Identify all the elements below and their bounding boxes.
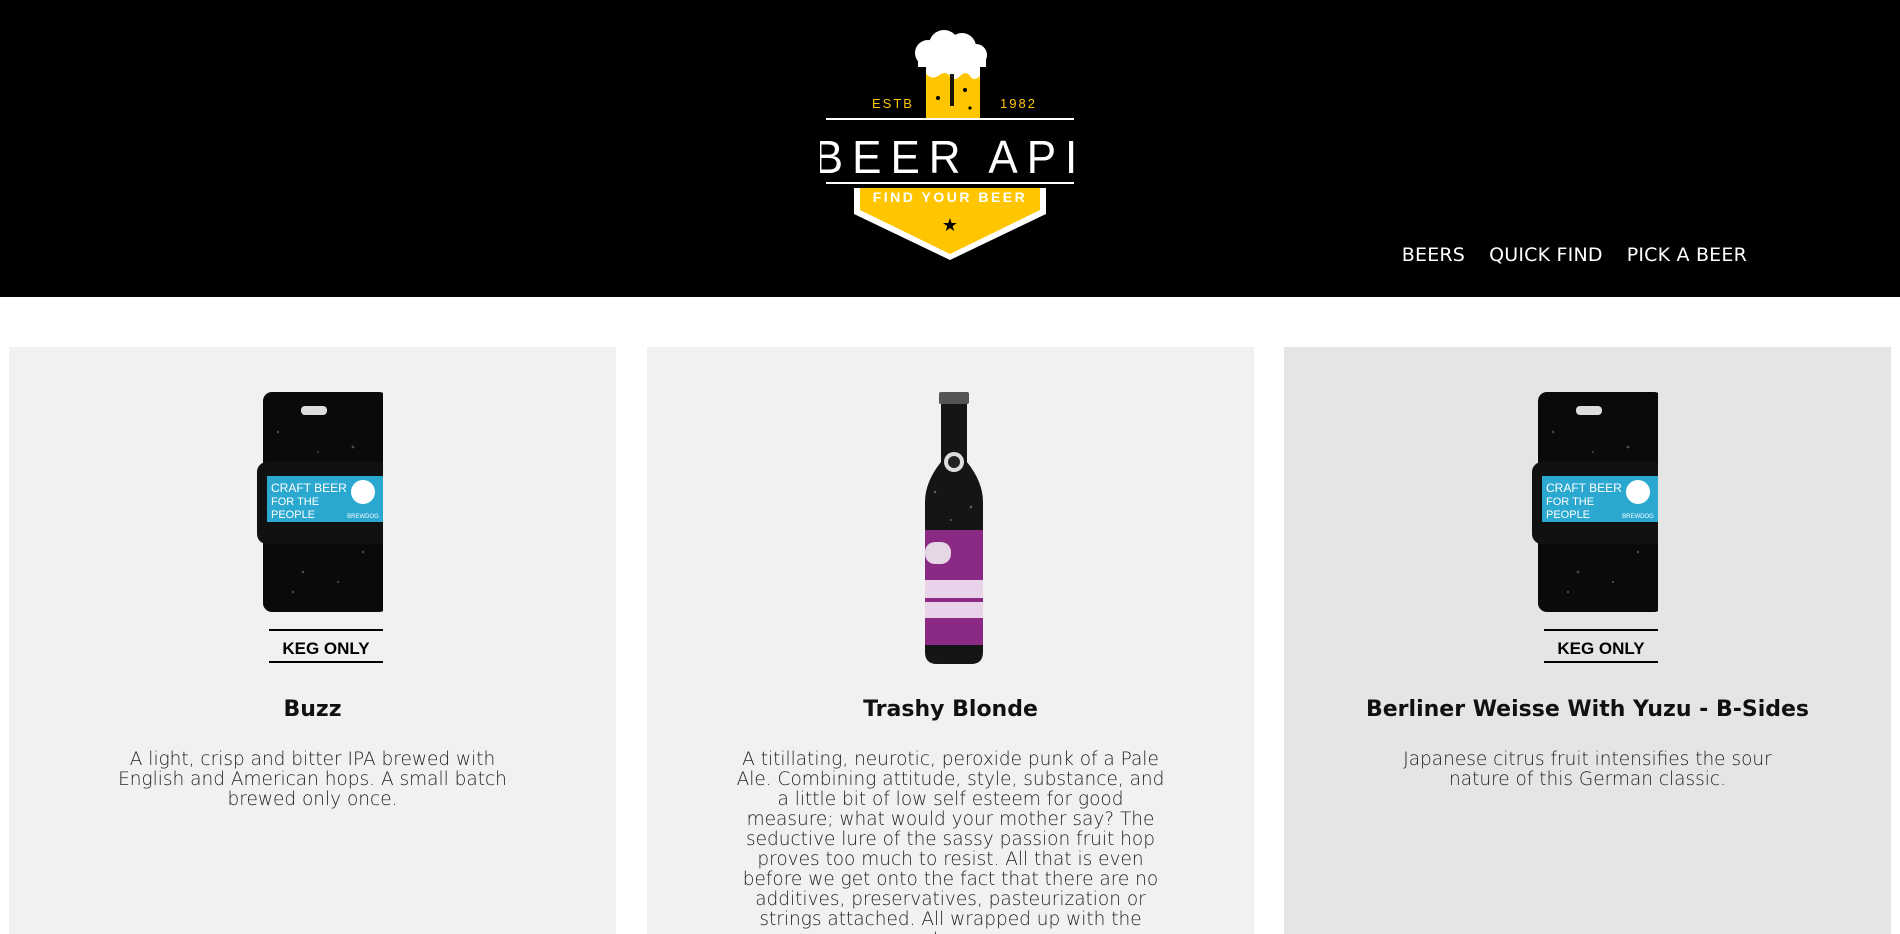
star-icon: ★ [942, 215, 958, 236]
keg-label-line3: PEOPLE [1546, 509, 1590, 521]
beer-description: A titillating, neurotic, peroxide punk o… [736, 749, 1165, 934]
keg-brand: BREWDOG [347, 514, 379, 520]
beer-description: A light, crisp and bitter IPA brewed wit… [118, 749, 507, 810]
year-text: 1982 [1000, 96, 1037, 111]
keg-label-line3: PEOPLE [271, 509, 315, 521]
brewdog-logo-icon [1625, 480, 1650, 504]
keg-label-line2: FOR THE [271, 496, 319, 508]
nav-pick-a-beer[interactable]: PICK A BEER [1627, 244, 1747, 266]
beer-name[interactable]: Buzz [9, 697, 616, 722]
beer-card-trashy-blonde[interactable]: Trashy Blonde A titillating, neurotic, p… [647, 347, 1254, 934]
keg-only-badge: KEG ONLY [282, 639, 370, 658]
bottle-icon [924, 392, 983, 664]
beer-card-buzz[interactable]: CRAFT BEER FOR THE PEOPLE BREWDOG KEG ON… [9, 347, 616, 934]
keg-label-line1: CRAFT BEER [1546, 481, 1622, 495]
beer-name[interactable]: Berliner Weisse With Yuzu - B-Sides [1284, 697, 1891, 722]
keg-brand: BREWDOG [1622, 514, 1654, 520]
nav-quick-find[interactable]: QUICK FIND [1489, 244, 1603, 266]
beer-api-logo[interactable]: ESTB 1982 BEER API FIND YOUR BEER ★ [820, 28, 1080, 268]
keg-icon: CRAFT BEER FOR THE PEOPLE BREWDOG KEG ON… [1531, 392, 1658, 663]
estb-text: ESTB [872, 96, 914, 111]
logo-tagline: FIND YOUR BEER [873, 189, 1028, 205]
beer-name[interactable]: Trashy Blonde [647, 697, 1254, 722]
site-header: ESTB 1982 BEER API FIND YOUR BEER ★ BEER… [0, 0, 1900, 297]
beer-description: Japanese citrus fruit intensifies the so… [1403, 749, 1772, 790]
main-nav: BEERS QUICK FIND PICK A BEER [1402, 244, 1747, 266]
keg-only-badge: KEG ONLY [1557, 639, 1645, 658]
keg-label-line2: FOR THE [1546, 496, 1594, 508]
nav-beers[interactable]: BEERS [1402, 244, 1465, 266]
logo-title: BEER API [820, 131, 1080, 183]
beer-glass-icon [926, 66, 980, 118]
beer-foam-icon [915, 30, 987, 67]
beer-card-berliner-weisse[interactable]: CRAFT BEER FOR THE PEOPLE BREWDOG KEG ON… [1284, 347, 1891, 934]
keg-label-line1: CRAFT BEER [271, 481, 347, 495]
keg-icon: CRAFT BEER FOR THE PEOPLE BREWDOG KEG ON… [256, 392, 383, 663]
brewdog-logo-icon [350, 480, 375, 504]
